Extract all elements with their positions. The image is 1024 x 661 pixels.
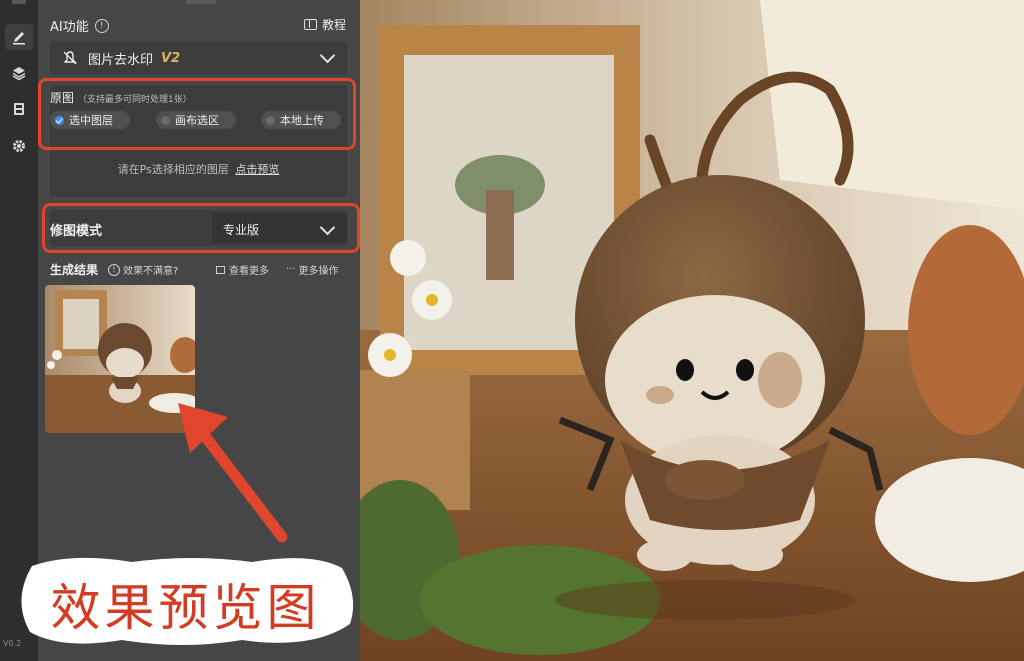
info-icon: ! bbox=[108, 263, 120, 276]
chevron-down-icon bbox=[319, 47, 336, 64]
unsatisfied-link[interactable]: ! 效果不满意? bbox=[108, 262, 178, 277]
tutorial-link[interactable]: 教程 bbox=[303, 16, 346, 33]
result-header: 生成结果 ! 效果不满意? 查看更多 ··· 更多操作 bbox=[50, 261, 347, 277]
more-ops-link[interactable]: ··· 更多操作 bbox=[286, 262, 339, 277]
canvas-photo[interactable] bbox=[360, 0, 1024, 661]
feature-version-badge: V2 bbox=[161, 50, 181, 66]
view-more-link[interactable]: 查看更多 bbox=[216, 262, 269, 277]
ellipsis-icon: ··· bbox=[286, 264, 296, 275]
tutorial-label: 教程 bbox=[321, 18, 346, 32]
unsatisfied-label: 效果不满意? bbox=[123, 266, 179, 277]
info-icon[interactable]: ! bbox=[94, 18, 109, 33]
rail-layers-button[interactable] bbox=[5, 60, 33, 86]
rail-brush-button[interactable] bbox=[5, 24, 33, 50]
image-icon bbox=[216, 265, 225, 274]
caption-text: 效果预览图 bbox=[50, 579, 321, 637]
no-watermark-icon bbox=[63, 51, 77, 65]
more-ops-label: 更多操作 bbox=[298, 266, 339, 277]
layers-icon bbox=[12, 67, 26, 81]
annotation-box-source bbox=[38, 78, 356, 150]
feature-dropdown[interactable]: 图片去水印 V2 bbox=[50, 41, 347, 75]
save-icon bbox=[14, 103, 24, 115]
rail-settings-button[interactable] bbox=[5, 133, 33, 159]
gear-icon bbox=[13, 140, 25, 152]
feature-label: 图片去水印 bbox=[88, 52, 154, 68]
plush-photo bbox=[360, 0, 1024, 661]
annotation-caption: 效果预览图 bbox=[12, 552, 359, 650]
photoshop-plugin-window: V0.2 AI功能 ! 教程 图片去水印 V2 原图 （支持最多可同时处理1张） bbox=[0, 0, 1024, 661]
brush-icon bbox=[13, 32, 25, 45]
book-icon bbox=[303, 19, 317, 30]
panel-top-handle bbox=[186, 0, 216, 4]
source-hint-text: 请在Ps选择相应的图层 bbox=[117, 163, 229, 176]
result-title: 生成结果 bbox=[50, 263, 99, 277]
preview-link[interactable]: 点击预览 bbox=[235, 163, 279, 176]
annotation-box-retouch bbox=[42, 203, 360, 253]
annotation-arrow bbox=[178, 403, 288, 543]
rail-top-handle bbox=[12, 0, 26, 4]
rail-save-button[interactable] bbox=[5, 96, 33, 122]
ai-section-header: AI功能 ! bbox=[50, 16, 109, 35]
source-hint: 请在Ps选择相应的图层 点击预览 bbox=[50, 161, 347, 177]
view-more-label: 查看更多 bbox=[229, 266, 269, 277]
ai-section-title: AI功能 bbox=[50, 20, 89, 35]
